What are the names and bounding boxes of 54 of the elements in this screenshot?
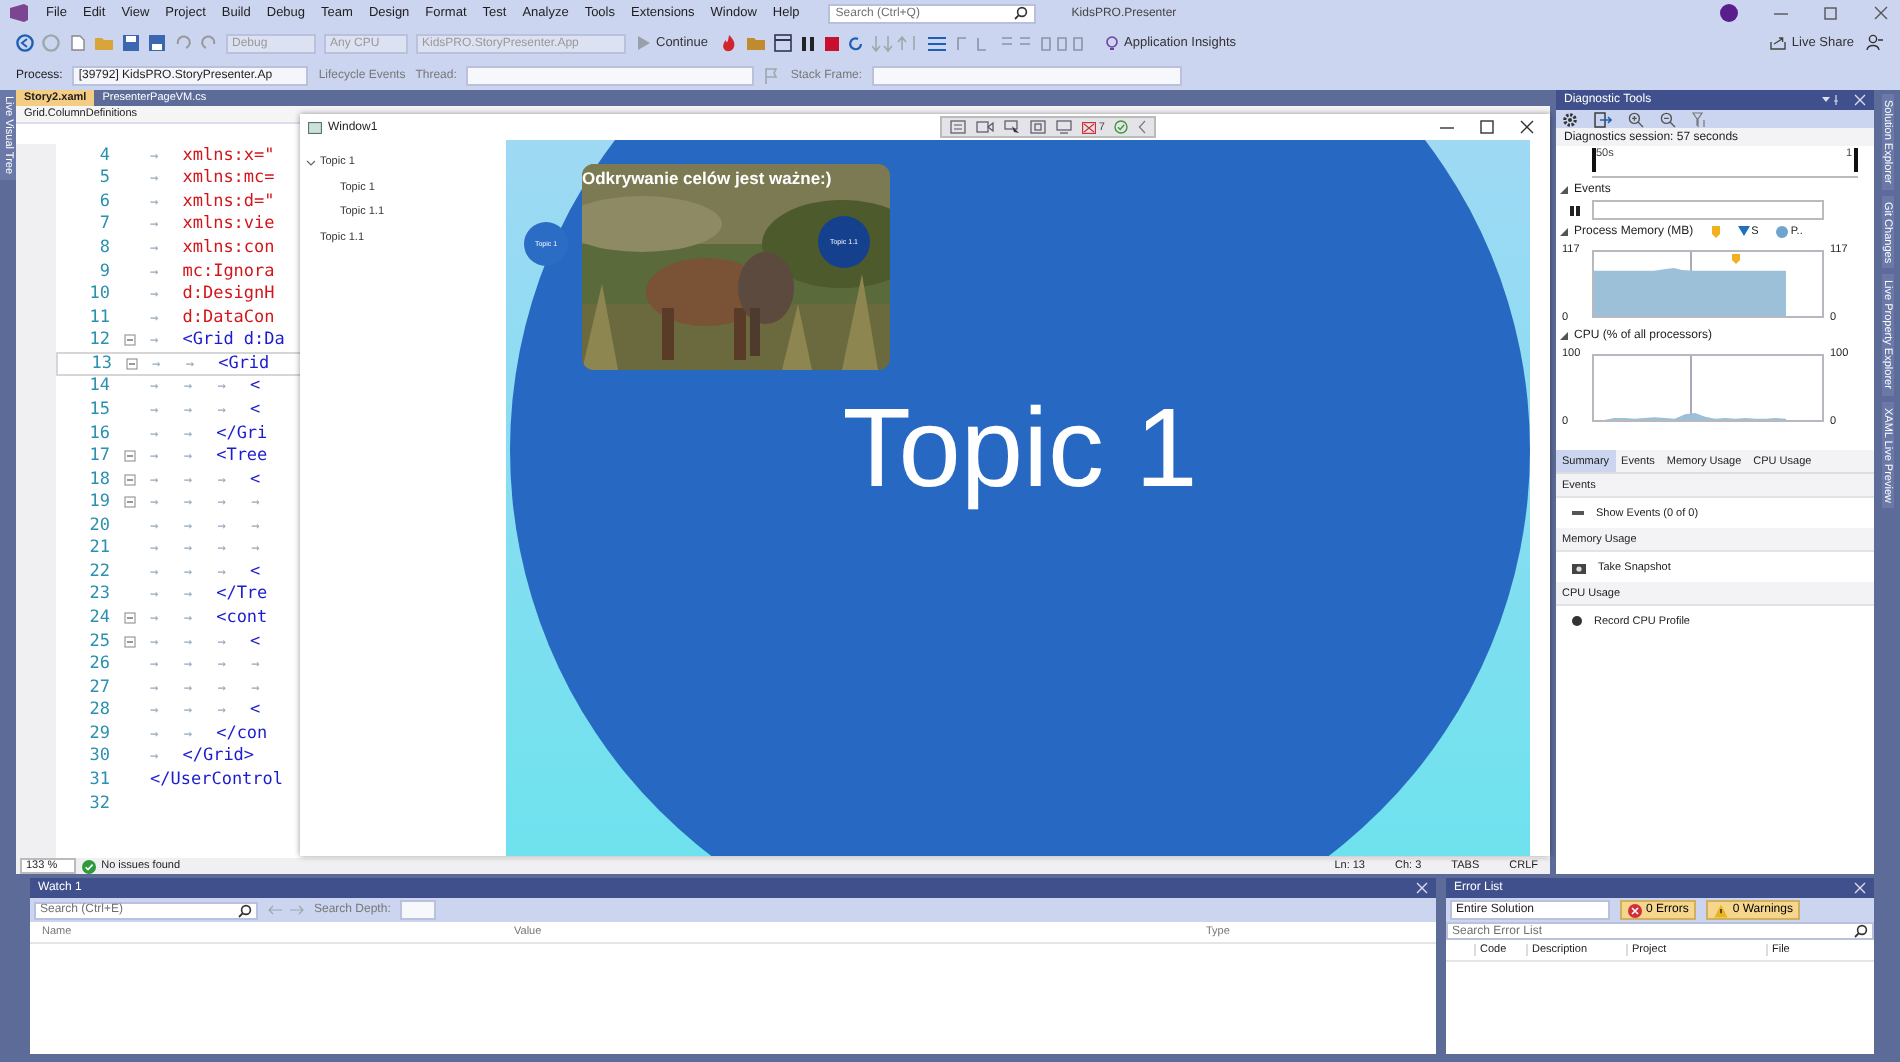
code-text: <Grid <box>218 353 270 374</box>
line-number: 29 <box>87 723 110 744</box>
card-title: Odkrywanie celów jest ważne:) <box>582 168 832 188</box>
line-number: 17 <box>87 446 110 467</box>
code-text: </Grid> <box>182 746 255 767</box>
code-text: < <box>249 631 261 652</box>
code-text: < <box>249 399 261 420</box>
line-number: 10 <box>87 284 110 305</box>
line-number: 27 <box>87 677 110 698</box>
code-text: <cont <box>216 608 268 629</box>
line-number: 28 <box>87 700 110 721</box>
line-number: 5 <box>97 168 110 189</box>
code-text: </Gri <box>216 423 268 444</box>
line-number: 23 <box>87 584 110 605</box>
code-text: xmlns:mc= <box>182 168 275 189</box>
line-number: 15 <box>87 399 110 420</box>
code-text: mc:Ignora <box>182 261 275 282</box>
code-text: d:DesignH <box>182 284 275 305</box>
line-number: 20 <box>87 515 110 536</box>
line-number: 12 <box>87 330 110 351</box>
line-number: 16 <box>87 423 110 444</box>
code-text: < <box>249 469 261 490</box>
line-number: 25 <box>87 631 110 652</box>
code-text: xmlns:con <box>182 238 275 259</box>
topic-title: Topic 1 <box>842 381 1198 511</box>
code-text: xmlns:vie <box>182 214 275 235</box>
line-number: 26 <box>87 654 110 675</box>
line-number: 22 <box>87 561 110 582</box>
line-number: 21 <box>87 538 110 559</box>
code-text: < <box>249 561 261 582</box>
code-text: </con <box>216 723 268 744</box>
line-number: 14 <box>87 376 110 397</box>
line-number: 30 <box>87 746 110 767</box>
code-text: xmlns:x=" <box>182 145 275 166</box>
code-text: </Tre <box>216 584 268 605</box>
code-text: d:DataCon <box>182 307 275 328</box>
line-number: 11 <box>87 307 110 328</box>
code-text: <Tree <box>216 446 268 467</box>
line-number: 18 <box>87 469 110 490</box>
code-text: </UserControl <box>150 769 284 790</box>
line-number: 7 <box>97 214 110 235</box>
code-text: < <box>249 376 261 397</box>
line-number: 31 <box>87 769 110 790</box>
line-number: 8 <box>97 238 110 259</box>
line-number: 24 <box>87 608 110 629</box>
line-number: 32 <box>87 793 110 814</box>
code-text: xmlns:d=" <box>182 191 275 212</box>
line-number: 4 <box>97 145 110 166</box>
line-number: 9 <box>97 261 110 282</box>
line-number: 6 <box>97 191 110 212</box>
code-text: <Grid d:Da <box>182 330 285 351</box>
line-number: 13 <box>89 353 112 374</box>
line-number: 19 <box>87 492 110 513</box>
code-text: < <box>249 700 261 721</box>
